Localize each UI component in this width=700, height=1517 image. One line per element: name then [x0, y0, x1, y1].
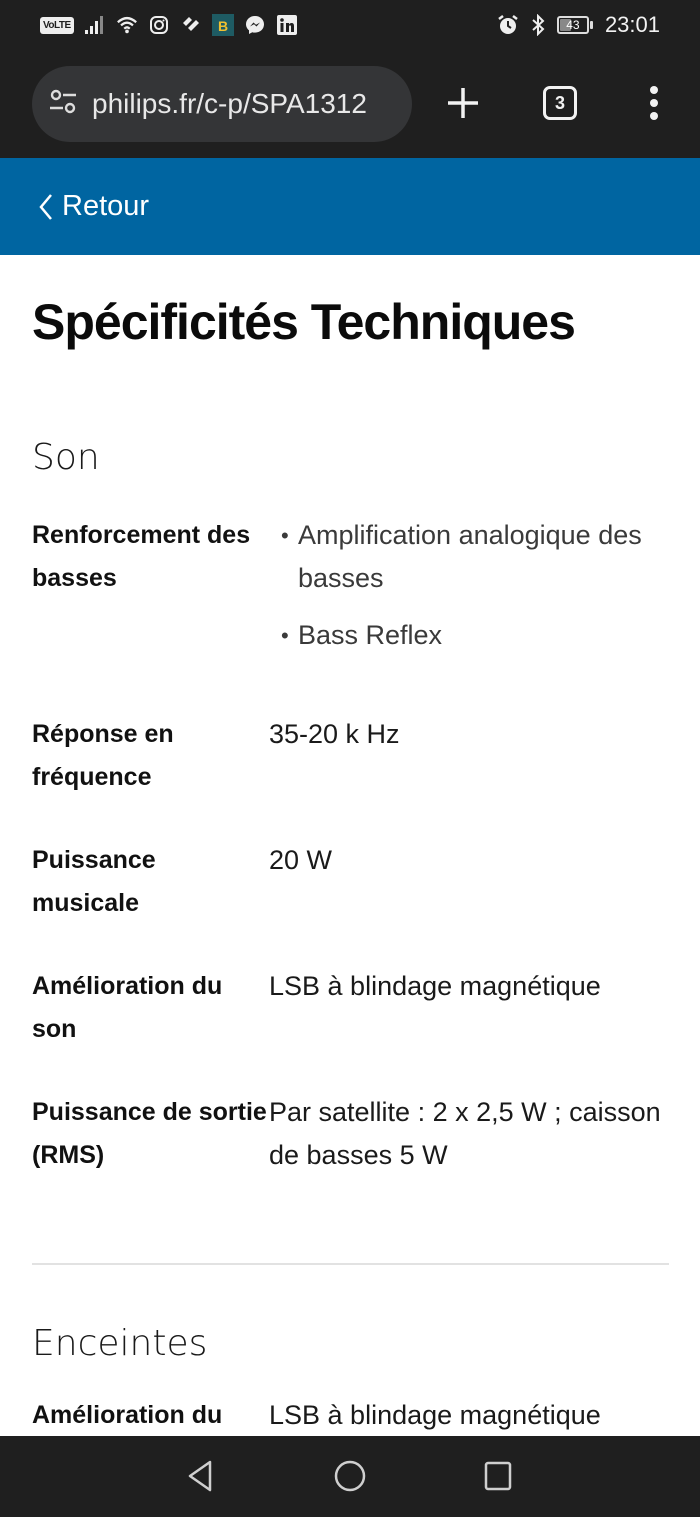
game-app-icon: B — [211, 14, 234, 36]
bullet-item: • Amplification analogique des basses — [281, 520, 642, 593]
messenger-icon — [244, 14, 266, 36]
nav-recents-button[interactable] — [478, 1456, 518, 1496]
spec-row: Amélioration du son LSB à blindage magné… — [32, 1394, 700, 1436]
page-title: Spécificités Techniques — [32, 294, 576, 350]
spec-row: Puissance de sortie (RMS) Par satellite … — [32, 1091, 700, 1177]
instagram-icon — [148, 14, 170, 36]
linkedin-icon — [276, 14, 298, 36]
tab-switcher-button[interactable]: 3 — [535, 78, 585, 128]
spec-value: 20 W — [269, 845, 333, 875]
bullet-item: • Bass Reflex — [281, 620, 443, 650]
url-text[interactable]: philips.fr/c-p/SPA1312 — [92, 88, 397, 120]
spec-label: Puissance musicale — [32, 846, 156, 917]
battery-level: 43 — [566, 18, 580, 32]
spec-value: • Amplification analogique des basses • Ba… — [269, 514, 669, 657]
section-divider — [32, 1263, 669, 1265]
triangle-back-icon — [188, 1460, 212, 1492]
clock: 23:01 — [604, 12, 660, 37]
tab-count: 3 — [543, 86, 577, 120]
system-nav-bar — [0, 1436, 700, 1517]
spec-row: Renforcement des basses • Amplification a… — [32, 514, 700, 657]
back-bar: Retour — [0, 158, 700, 255]
health-app-icon — [180, 14, 202, 36]
signal-icon — [84, 14, 106, 36]
alarm-icon — [497, 14, 519, 36]
more-menu-button[interactable] — [629, 78, 679, 128]
spec-row: Puissance musicale 20 W — [32, 839, 700, 925]
spec-value: 35-20 k Hz — [269, 719, 400, 749]
bluetooth-icon — [527, 14, 549, 36]
site-settings-icon[interactable] — [48, 87, 78, 122]
section-title-enceintes: Enceintes — [32, 1323, 208, 1364]
spec-value: LSB à blindage magnétique — [269, 1400, 601, 1430]
status-bar: VoLTE B 43 23:01 — [0, 0, 700, 52]
back-label: Retour — [62, 190, 150, 222]
new-tab-button[interactable] — [438, 78, 488, 128]
address-bar[interactable]: philips.fr/c-p/SPA1312 — [32, 66, 412, 142]
spec-label: Amélioration du son — [32, 1401, 223, 1429]
svg-text:B: B — [218, 18, 228, 34]
battery-indicator: 43 — [556, 16, 593, 34]
browser-toolbar: philips.fr/c-p/SPA1312 3 — [0, 52, 700, 158]
plus-icon — [448, 88, 478, 118]
more-vert-icon — [650, 86, 658, 120]
web-page: Retour Spécificités Techniques Son Renfo… — [0, 158, 700, 1436]
spec-label: Amélioration du son — [32, 972, 223, 1043]
spec-label: Puissance de sortie (RMS) — [32, 1098, 267, 1169]
spec-value: LSB à blindage magnétique — [269, 971, 601, 1001]
square-recents-icon — [484, 1461, 512, 1491]
spec-row: Réponse en fréquence 35-20 k Hz — [32, 713, 700, 799]
nav-back-button[interactable] — [180, 1456, 220, 1496]
volte-icon: VoLTE — [40, 16, 74, 34]
spec-label: Renforcement des basses — [32, 521, 251, 592]
chevron-left-icon — [39, 193, 52, 220]
section-title-son: Son — [32, 437, 100, 478]
back-link[interactable]: Retour — [38, 190, 149, 223]
spec-row: Amélioration du son LSB à blindage magné… — [32, 965, 700, 1051]
circle-home-icon — [334, 1460, 366, 1492]
spec-label: Réponse en fréquence — [32, 720, 174, 791]
nav-home-button[interactable] — [330, 1456, 370, 1496]
spec-value: Par satellite : 2 x 2,5 W ; caisson de b… — [269, 1097, 661, 1170]
bullet-list: • Amplification analogique des basses • Ba… — [281, 514, 669, 657]
wifi-icon — [116, 14, 138, 36]
